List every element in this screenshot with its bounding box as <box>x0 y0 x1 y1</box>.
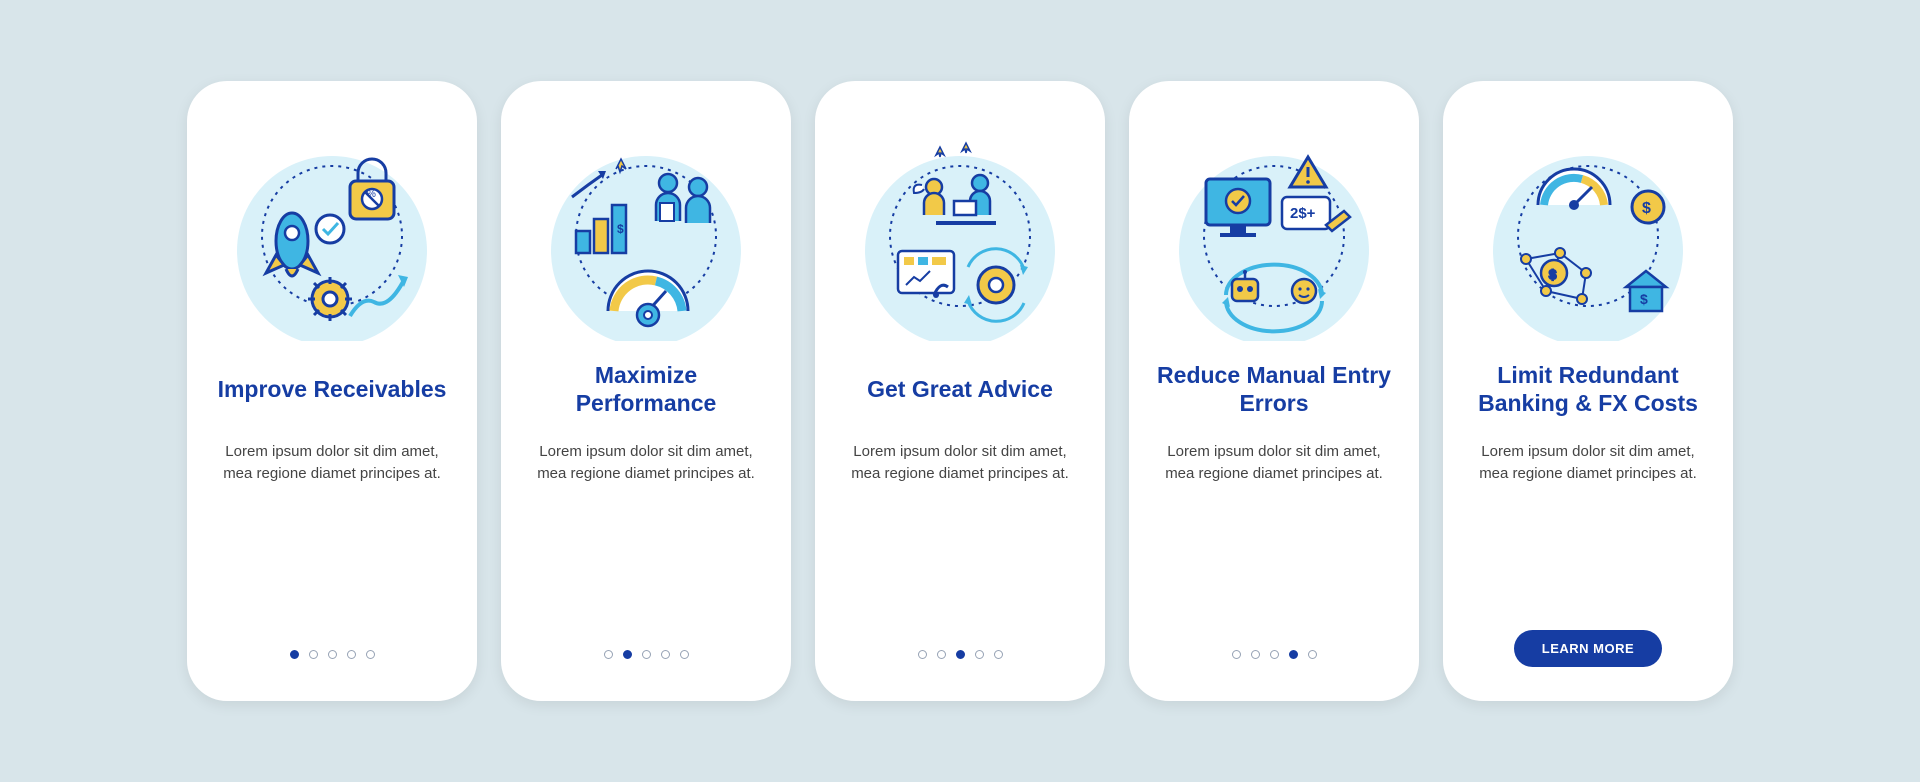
card-description: Lorem ipsum dolor sit dim amet, mea regi… <box>215 441 449 485</box>
onboarding-card-1: % Improve Receivables Lorem ipsum dolo <box>187 81 477 701</box>
card-description: Lorem ipsum dolor sit dim amet, mea regi… <box>1157 441 1391 485</box>
dot-2[interactable] <box>623 650 632 659</box>
dot-4[interactable] <box>347 650 356 659</box>
svg-text:2$+: 2$+ <box>1290 205 1316 222</box>
learn-more-button[interactable]: LEARN MORE <box>1514 630 1662 667</box>
dot-3[interactable] <box>642 650 651 659</box>
card-description: Lorem ipsum dolor sit dim amet, mea regi… <box>843 441 1077 485</box>
maximize-performance-icon: $ <box>536 121 756 341</box>
improve-receivables-icon: % <box>222 121 442 341</box>
onboarding-card-5: $ $ $ Limit Redundant Banking & FX Costs… <box>1443 81 1733 701</box>
dot-5[interactable] <box>366 650 375 659</box>
limit-costs-icon: $ $ $ <box>1478 121 1698 341</box>
dot-5[interactable] <box>680 650 689 659</box>
dot-1[interactable] <box>918 650 927 659</box>
onboarding-card-2: $ <box>501 81 791 701</box>
dot-1[interactable] <box>1232 650 1241 659</box>
svg-text:$: $ <box>1640 291 1648 307</box>
pagination-dots <box>187 650 477 659</box>
dot-3[interactable] <box>328 650 337 659</box>
card-title: Maximize Performance <box>529 361 763 419</box>
get-advice-icon <box>850 121 1070 341</box>
dot-4[interactable] <box>1289 650 1298 659</box>
dot-2[interactable] <box>1251 650 1260 659</box>
svg-text:$: $ <box>1642 200 1651 217</box>
svg-text:$: $ <box>617 222 624 236</box>
card-description: Lorem ipsum dolor sit dim amet, mea regi… <box>529 441 763 485</box>
card-title: Limit Redundant Banking & FX Costs <box>1471 361 1705 419</box>
dot-5[interactable] <box>1308 650 1317 659</box>
dot-3[interactable] <box>1270 650 1279 659</box>
pagination-dots <box>815 650 1105 659</box>
dot-3[interactable] <box>956 650 965 659</box>
dot-4[interactable] <box>975 650 984 659</box>
pagination-dots <box>1129 650 1419 659</box>
card-title: Get Great Advice <box>867 361 1053 419</box>
pagination-dots <box>501 650 791 659</box>
card-title: Improve Receivables <box>218 361 447 419</box>
svg-text:%: % <box>367 189 376 200</box>
dot-2[interactable] <box>937 650 946 659</box>
svg-text:$: $ <box>1549 267 1557 282</box>
dot-1[interactable] <box>290 650 299 659</box>
card-description: Lorem ipsum dolor sit dim amet, mea regi… <box>1471 441 1705 485</box>
onboarding-card-3: Get Great Advice Lorem ipsum dolor sit d… <box>815 81 1105 701</box>
card-title: Reduce Manual Entry Errors <box>1157 361 1391 419</box>
reduce-errors-icon: 2$+ <box>1164 121 1384 341</box>
dot-5[interactable] <box>994 650 1003 659</box>
dot-2[interactable] <box>309 650 318 659</box>
dot-1[interactable] <box>604 650 613 659</box>
onboarding-card-4: 2$+ Reduce Manual Entry Errors Lorem ips… <box>1129 81 1419 701</box>
dot-4[interactable] <box>661 650 670 659</box>
